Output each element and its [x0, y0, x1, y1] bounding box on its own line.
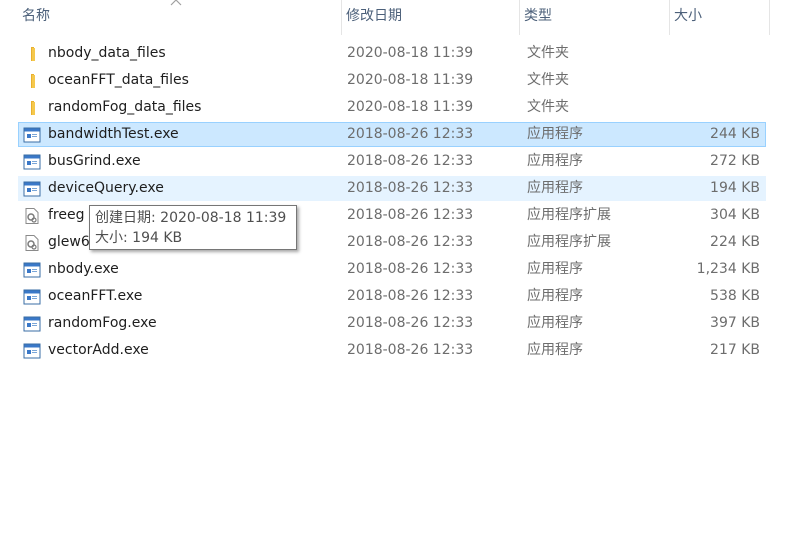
- file-name: nbody.exe: [48, 261, 119, 277]
- file-name: nbody_data_files: [48, 45, 166, 61]
- file-row[interactable]: bandwidthTest.exe 2018-08-26 12:33 应用程序 244…: [18, 122, 766, 147]
- file-size: 304 KB: [710, 207, 760, 223]
- file-modified-date: 2020-08-18 11:39: [347, 72, 474, 88]
- file-row[interactable]: randomFog_data_files 2020-08-18 11:39 文件夹: [18, 95, 766, 120]
- column-header-name[interactable]: 名称: [18, 0, 343, 35]
- file-size: 397 KB: [710, 315, 760, 331]
- folder-icon: [23, 100, 41, 116]
- file-modified-date: 2018-08-26 12:33: [347, 180, 474, 196]
- file-type: 应用程序: [527, 261, 583, 277]
- file-size: 538 KB: [710, 288, 760, 304]
- file-modified-date: 2020-08-18 11:39: [347, 99, 474, 115]
- file-row[interactable]: vectorAdd.exe 2018-08-26 12:33 应用程序 217 KB: [18, 338, 766, 363]
- file-row[interactable]: nbody.exe 2018-08-26 12:33 应用程序 1,234 KB: [18, 257, 766, 282]
- column-header-size[interactable]: 大小: [669, 0, 770, 35]
- file-size: 224 KB: [710, 234, 760, 250]
- file-type: 应用程序: [527, 288, 583, 304]
- file-name: randomFog.exe: [48, 315, 157, 331]
- file-type: 应用程序: [527, 153, 583, 169]
- dll-icon: [23, 208, 41, 224]
- file-modified-date: 2018-08-26 12:33: [347, 126, 474, 142]
- file-row[interactable]: oceanFFT_data_files 2020-08-18 11:39 文件夹: [18, 68, 766, 93]
- exe-icon: [23, 289, 41, 305]
- file-name: oceanFFT.exe: [48, 288, 143, 304]
- column-header-type[interactable]: 类型: [519, 0, 669, 35]
- file-size: 217 KB: [710, 342, 760, 358]
- file-name: bandwidthTest.exe: [48, 126, 179, 142]
- file-size: 194 KB: [710, 180, 760, 196]
- exe-icon: [23, 262, 41, 278]
- tooltip-created-date: 创建日期: 2020-08-18 11:39: [95, 210, 287, 226]
- column-header-date[interactable]: 修改日期: [341, 0, 519, 35]
- folder-icon: [23, 73, 41, 89]
- exe-icon: [23, 127, 41, 143]
- file-size: 1,234 KB: [696, 261, 760, 277]
- dll-icon: [23, 235, 41, 251]
- exe-icon: [23, 343, 41, 359]
- file-name: glew6: [48, 234, 90, 250]
- folder-icon: [23, 46, 41, 62]
- file-type: 应用程序: [527, 315, 583, 331]
- file-row[interactable]: oceanFFT.exe 2018-08-26 12:33 应用程序 538 KB: [18, 284, 766, 309]
- file-type: 应用程序: [527, 342, 583, 358]
- file-name: vectorAdd.exe: [48, 342, 149, 358]
- file-tooltip: 创建日期: 2020-08-18 11:39 大小: 194 KB: [89, 205, 297, 250]
- file-modified-date: 2018-08-26 12:33: [347, 261, 474, 277]
- file-type: 文件夹: [527, 99, 569, 115]
- file-name: deviceQuery.exe: [48, 180, 164, 196]
- file-type: 应用程序: [527, 126, 583, 142]
- file-size: 244 KB: [710, 126, 760, 142]
- file-type: 应用程序: [527, 180, 583, 196]
- file-name: randomFog_data_files: [48, 99, 202, 115]
- file-row[interactable]: randomFog.exe 2018-08-26 12:33 应用程序 397 KB: [18, 311, 766, 336]
- tooltip-size: 大小: 194 KB: [95, 230, 183, 246]
- file-modified-date: 2018-08-26 12:33: [347, 342, 474, 358]
- file-row[interactable]: nbody_data_files 2020-08-18 11:39 文件夹: [18, 41, 766, 66]
- file-modified-date: 2020-08-18 11:39: [347, 45, 474, 61]
- file-name: busGrind.exe: [48, 153, 141, 169]
- file-modified-date: 2018-08-26 12:33: [347, 288, 474, 304]
- file-modified-date: 2018-08-26 12:33: [347, 315, 474, 331]
- file-modified-date: 2018-08-26 12:33: [347, 153, 474, 169]
- file-row[interactable]: deviceQuery.exe 2018-08-26 12:33 应用程序 194 K…: [18, 176, 766, 201]
- file-name: oceanFFT_data_files: [48, 72, 189, 88]
- exe-icon: [23, 154, 41, 170]
- file-row[interactable]: busGrind.exe 2018-08-26 12:33 应用程序 272 KB: [18, 149, 766, 174]
- column-header-bar: 名称 修改日期 类型 大小: [0, 0, 802, 35]
- file-modified-date: 2018-08-26 12:33: [347, 234, 474, 250]
- file-type: 文件夹: [527, 72, 569, 88]
- file-type: 应用程序扩展: [527, 234, 611, 250]
- exe-icon: [23, 316, 41, 332]
- exe-icon: [23, 181, 41, 197]
- file-modified-date: 2018-08-26 12:33: [347, 207, 474, 223]
- column-divider: [769, 0, 770, 35]
- file-type: 应用程序扩展: [527, 207, 611, 223]
- file-type: 文件夹: [527, 45, 569, 61]
- file-name: freeg: [48, 207, 85, 223]
- file-size: 272 KB: [710, 153, 760, 169]
